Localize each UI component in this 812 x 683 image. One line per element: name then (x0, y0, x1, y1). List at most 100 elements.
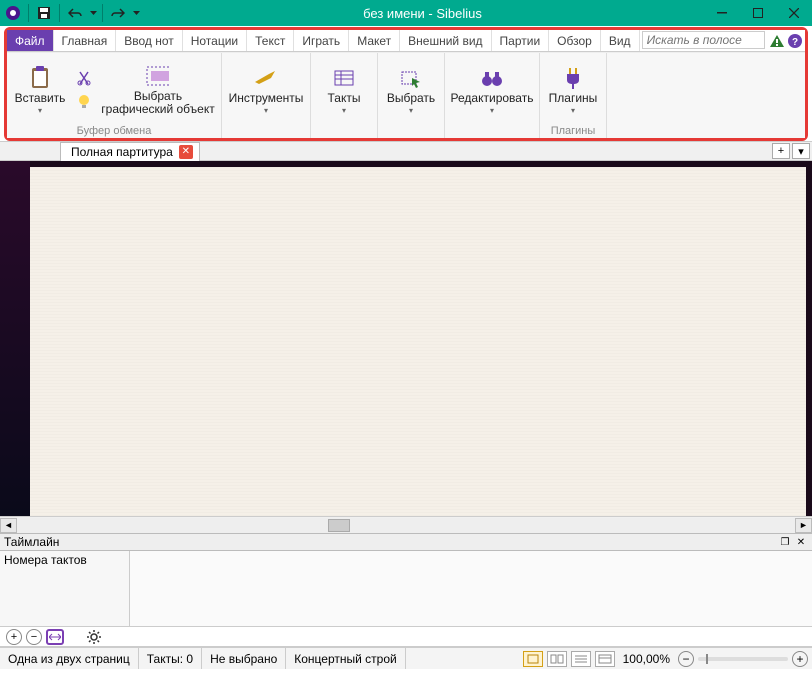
window-title: без имени - Sibelius (141, 6, 704, 21)
scroll-right-icon[interactable]: ► (795, 518, 812, 533)
tab-appearance[interactable]: Внешний вид (400, 30, 491, 51)
view-mode-4-icon[interactable] (595, 651, 615, 667)
timeline-body: Номера тактов (0, 551, 812, 627)
undo-icon[interactable] (64, 2, 86, 24)
maximize-button[interactable] (740, 0, 776, 26)
scroll-thumb[interactable] (328, 519, 350, 532)
bars-button[interactable]: Такты ▾ (315, 57, 373, 123)
lightbulb-icon[interactable] (73, 91, 95, 113)
instruments-button[interactable]: Инструменты ▾ (226, 57, 306, 123)
timeline-content[interactable] (130, 551, 812, 626)
timeline-settings-icon[interactable] (86, 629, 102, 645)
tab-file[interactable]: Файл (7, 30, 54, 51)
group-select: Выбрать ▾ (378, 53, 445, 138)
zoom-slider[interactable] (698, 657, 788, 661)
new-tab-button[interactable]: + (772, 143, 790, 159)
status-selection: Не выбрано (202, 648, 286, 669)
svg-text:?: ? (792, 37, 798, 48)
tab-parts[interactable]: Партии (492, 30, 550, 51)
timeline-header: Таймлайн ❐ ✕ (0, 533, 812, 551)
ribbon-search-input[interactable] (647, 33, 760, 47)
minimize-button[interactable] (704, 0, 740, 26)
select-button[interactable]: Выбрать ▾ (382, 57, 440, 123)
undo-dropdown-icon[interactable] (88, 2, 98, 24)
timeline-remove-icon[interactable]: − (26, 629, 42, 645)
title-bar: без имени - Sibelius (0, 0, 812, 26)
warning-icon[interactable] (769, 34, 785, 48)
group-plugins-label: Плагины (544, 124, 602, 138)
select-graphic-label: Выбрать графический объект (99, 90, 217, 116)
tab-home[interactable]: Главная (54, 30, 117, 51)
separator (102, 4, 103, 22)
score-area: ◄ ► (0, 161, 812, 533)
plugins-label: Плагины (549, 92, 598, 105)
zoom-in-icon[interactable]: + (792, 651, 808, 667)
plugins-button[interactable]: Плагины ▾ (544, 57, 602, 123)
view-mode-3-icon[interactable] (571, 651, 591, 667)
document-tab-strip: Полная партитура ✕ + ▾ (0, 141, 812, 161)
document-tab-label: Полная партитура (71, 145, 173, 159)
status-bars: Такты: 0 (139, 648, 202, 669)
trumpet-icon (253, 65, 279, 91)
scroll-left-icon[interactable]: ◄ (0, 518, 17, 533)
ribbon-highlight: Файл Главная Ввод нот Нотации Текст Игра… (4, 27, 808, 141)
view-mode-2-icon[interactable] (547, 651, 567, 667)
timeline-dock-icon[interactable]: ❐ (778, 535, 792, 549)
tab-menu-button[interactable]: ▾ (792, 143, 810, 159)
timeline-close-icon[interactable]: ✕ (794, 535, 808, 549)
scroll-track[interactable] (17, 518, 795, 533)
chevron-down-icon: ▾ (342, 106, 346, 115)
view-mode-1-icon[interactable] (523, 651, 543, 667)
timeline-width-icon[interactable] (46, 629, 64, 645)
timeline-add-icon[interactable]: + (6, 629, 22, 645)
binoculars-icon (479, 65, 505, 91)
chevron-down-icon: ▾ (264, 106, 268, 115)
select-graphic-button[interactable]: Выбрать графический объект (99, 57, 217, 123)
zoom-out-icon[interactable]: − (678, 651, 694, 667)
document-tab[interactable]: Полная партитура ✕ (60, 142, 200, 161)
paste-label: Вставить (15, 92, 66, 105)
redo-dropdown-icon[interactable] (131, 2, 141, 24)
status-bar: Одна из двух страниц Такты: 0 Не выбрано… (0, 647, 812, 669)
tab-view[interactable]: Вид (601, 30, 640, 51)
close-button[interactable] (776, 0, 812, 26)
save-icon[interactable] (33, 2, 55, 24)
cursor-select-icon (398, 65, 424, 91)
plug-icon (560, 65, 586, 91)
help-icon[interactable]: ? (787, 34, 803, 48)
chevron-down-icon: ▾ (571, 106, 575, 115)
tab-notations[interactable]: Нотации (183, 30, 247, 51)
quick-access-toolbar (0, 2, 141, 24)
window-controls (704, 0, 812, 26)
timeline-row-label: Номера тактов (0, 551, 130, 626)
timeline-toolbar: + − (0, 627, 812, 647)
tab-note-input[interactable]: Ввод нот (116, 30, 183, 51)
status-pages[interactable]: Одна из двух страниц (0, 648, 139, 669)
edit-label: Редактировать (451, 92, 534, 105)
group-clipboard: Вставить ▾ Выбрать графический объект Бу… (7, 53, 222, 138)
select-graphic-icon (145, 63, 171, 89)
score-gutter (0, 161, 30, 516)
ribbon-body: Вставить ▾ Выбрать графический объект Бу… (7, 52, 805, 138)
horizontal-scrollbar[interactable]: ◄ ► (0, 516, 812, 533)
ribbon-tabs: Файл Главная Ввод нот Нотации Текст Игра… (7, 30, 805, 52)
cut-icon[interactable] (73, 67, 95, 89)
score-page[interactable] (30, 167, 806, 516)
tab-text[interactable]: Текст (247, 30, 294, 51)
timeline-title: Таймлайн (4, 535, 59, 549)
status-pitch[interactable]: Концертный строй (286, 648, 405, 669)
close-tab-icon[interactable]: ✕ (179, 145, 193, 159)
tab-play[interactable]: Играть (294, 30, 349, 51)
select-label: Выбрать (387, 92, 435, 105)
tab-layout[interactable]: Макет (349, 30, 400, 51)
redo-icon[interactable] (107, 2, 129, 24)
zoom-value[interactable]: 100,00% (623, 652, 670, 666)
group-instruments: Инструменты ▾ (222, 53, 311, 138)
group-bars: Такты ▾ (311, 53, 378, 138)
ribbon-search[interactable] (642, 31, 765, 49)
app-icon[interactable] (2, 2, 24, 24)
tab-review[interactable]: Обзор (549, 30, 601, 51)
bars-label: Такты (328, 92, 361, 105)
edit-button[interactable]: Редактировать ▾ (449, 57, 535, 123)
paste-button[interactable]: Вставить ▾ (11, 57, 69, 123)
